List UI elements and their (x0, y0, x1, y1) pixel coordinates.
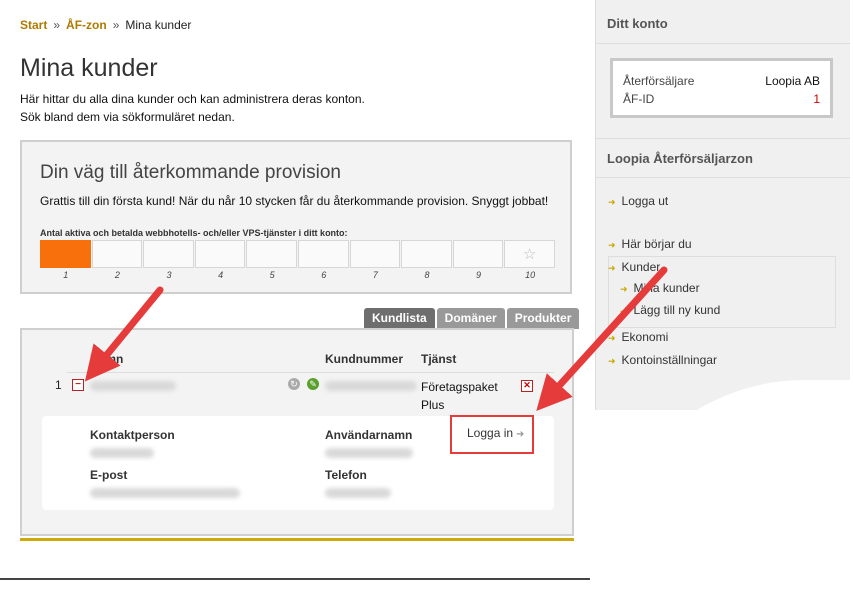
reseller-value: Loopia AB (765, 74, 820, 88)
progress-step (246, 240, 297, 268)
breadcrumb-current: Mina kunder (125, 18, 192, 32)
column-header-number: Kundnummer (325, 352, 403, 366)
progress-step (143, 240, 194, 268)
page-intro: Här hittar du alla dina kunder och kan a… (20, 90, 365, 126)
tab-domaner[interactable]: Domäner (436, 308, 505, 329)
progress-step (40, 240, 91, 268)
sidebar-item-label: Kontoinställningar (621, 353, 717, 367)
progress-tick-label: 8 (424, 270, 430, 280)
main-content: Start » ÅF-zon » Mina kunder Mina kunder Här… (0, 0, 590, 583)
sidebar-item-label: Mina kunder (633, 281, 700, 295)
star-icon: ☆ (522, 246, 537, 263)
phone-label: Telefon (325, 468, 367, 482)
afid-value: 1 (813, 92, 820, 106)
tab-produkter[interactable]: Produkter (506, 308, 580, 329)
tab-kundlista[interactable]: Kundlista (364, 308, 435, 329)
customer-name-redacted (90, 381, 176, 391)
arrow-right-icon: ➜ (608, 197, 616, 207)
delete-customer-button[interactable]: ✕ (521, 380, 533, 392)
header-divider (67, 372, 554, 373)
sidebar-item-label: Logga ut (621, 194, 669, 208)
footer-gold-divider (20, 538, 574, 541)
customer-number-redacted (325, 381, 417, 391)
arrow-right-icon: ➜ (608, 240, 616, 250)
progress-tick-label: 3 (166, 270, 172, 280)
arrow-right-icon: ➜ (620, 284, 628, 294)
progress-tick-label: 9 (476, 270, 482, 280)
login-link[interactable]: Logga in ➜ (467, 426, 524, 440)
account-info-box: Återförsäljare Loopia AB ÅF-ID 1 (610, 58, 833, 118)
progress-tick-label: 10 (525, 270, 536, 280)
provision-subtitle: Grattis till din första kund! När du når… (40, 194, 549, 208)
collapse-row-button[interactable]: − (72, 379, 84, 391)
progress-step (297, 240, 349, 268)
provision-box: Din väg till återkommande provision Grat… (20, 140, 572, 294)
progress-step (91, 240, 143, 268)
email-redacted (90, 488, 240, 498)
email-label: E-post (90, 468, 128, 482)
customer-service: Företagspaket Plus (421, 380, 498, 412)
sidebar: Ditt konto Återförsäljare Loopia AB ÅF-I… (595, 0, 850, 410)
contact-person-redacted (90, 448, 154, 458)
sidebar-item-add-customer[interactable]: ➜ Lägg till ny kund (620, 303, 720, 317)
sidebar-item-customers[interactable]: ➜ Kunder (608, 260, 660, 274)
sidebar-item-label: Kunder (621, 260, 661, 274)
progress-tick-label: 4 (218, 270, 224, 280)
progress-step: ☆ (504, 240, 555, 268)
progress-step (452, 240, 504, 268)
row-index: 1 (55, 378, 62, 392)
username-label: Användarnamn (325, 428, 413, 442)
page-title: Mina kunder (20, 54, 158, 82)
progress-step (401, 240, 452, 268)
login-link-label: Logga in (467, 426, 514, 440)
provision-progress: ☆ (40, 240, 556, 268)
sidebar-item-logout[interactable]: ➜ Logga ut (608, 194, 668, 208)
progress-tick-label: 6 (321, 270, 327, 280)
afid-label: ÅF-ID (623, 92, 655, 106)
contact-person-label: Kontaktperson (90, 428, 175, 442)
sidebar-item-label: Här börjar du (621, 237, 692, 251)
phone-redacted (325, 488, 391, 498)
edit-icon[interactable]: ✎ (307, 378, 319, 390)
arrow-right-icon: ➜ (608, 263, 616, 273)
breadcrumb-separator: » (112, 18, 120, 32)
customer-tabs: Kundlista Domäner Produkter (362, 308, 580, 329)
sidebar-item-economy[interactable]: ➜ Ekonomi (608, 330, 668, 344)
breadcrumb: Start » ÅF-zon » Mina kunder (20, 18, 191, 32)
column-header-service: Tjänst (421, 352, 457, 366)
progress-tick-label: 5 (269, 270, 275, 280)
progress-tick-label: 7 (372, 270, 378, 280)
arrow-right-icon: ➜ (620, 306, 628, 316)
breadcrumb-zone-link[interactable]: ÅF-zon (66, 18, 107, 32)
sidebar-item-settings[interactable]: ➜ Kontoinställningar (608, 353, 717, 367)
breadcrumb-separator: » (53, 18, 61, 32)
zone-section-title: Loopia Återförsäljarzon (596, 138, 850, 178)
arrow-right-icon: ➜ (608, 356, 616, 366)
sidebar-item-label: Ekonomi (621, 330, 669, 344)
sidebar-bottom-curve (595, 380, 853, 590)
column-header-name: Namn (90, 352, 124, 366)
refresh-icon[interactable]: ↻ (288, 378, 300, 390)
provision-count-label: Antal aktiva och betalda webbhotells- oc… (40, 228, 348, 238)
intro-line: Sök bland dem via sökformuläret nedan. (20, 110, 235, 124)
arrow-right-icon: ➜ (608, 333, 616, 343)
progress-tick-label: 2 (114, 270, 120, 280)
sidebar-item-my-customers[interactable]: ➜ Mina kunder (620, 281, 700, 295)
reseller-label: Återförsäljare (623, 74, 695, 88)
progress-tick-label: 1 (63, 270, 69, 280)
progress-step (194, 240, 246, 268)
account-section-title: Ditt konto (596, 4, 850, 44)
progress-step (349, 240, 401, 268)
intro-line: Här hittar du alla dina kunder och kan a… (20, 92, 365, 106)
bottom-divider (0, 578, 590, 580)
provision-title: Din väg till återkommande provision (40, 162, 341, 183)
sidebar-item-start-here[interactable]: ➜ Här börjar du (608, 237, 692, 251)
breadcrumb-start-link[interactable]: Start (20, 18, 47, 32)
sidebar-item-label: Lägg till ny kund (633, 303, 721, 317)
username-redacted (325, 448, 413, 458)
chevron-right-icon: ➜ (516, 429, 525, 440)
provision-ticks: 1 2 3 4 5 6 7 8 9 10 (40, 270, 556, 280)
